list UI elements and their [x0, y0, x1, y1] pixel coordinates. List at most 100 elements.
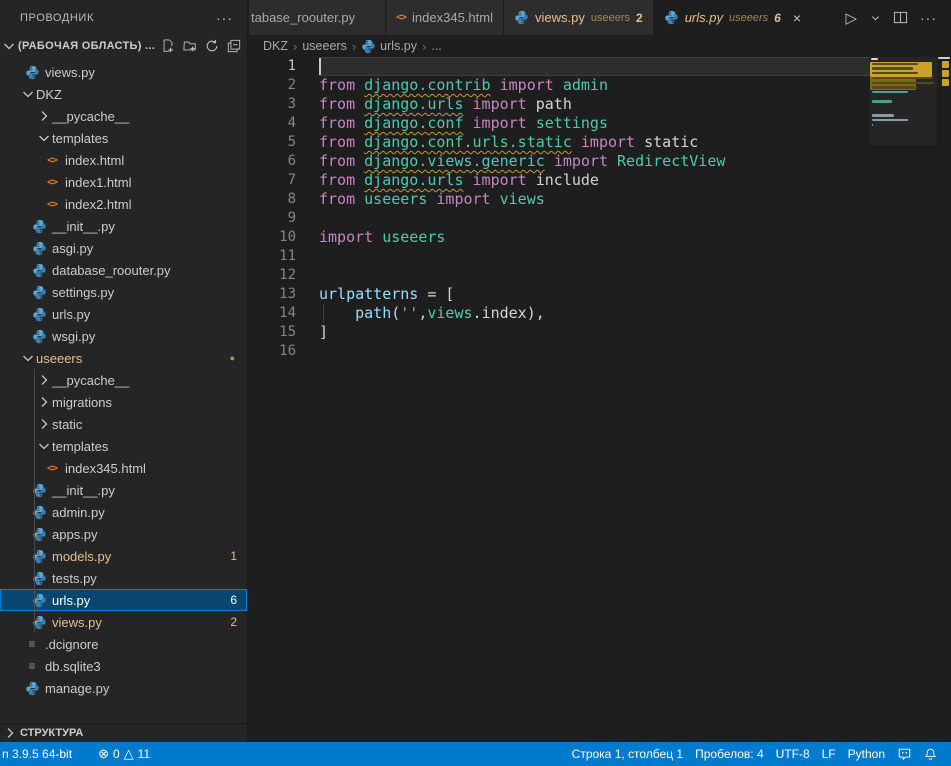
more-actions-icon[interactable]: ··· [916, 8, 941, 28]
code-line-13[interactable]: 13 urlpatterns = [ [249, 285, 951, 304]
code-line-4[interactable]: 4 from django.conf import settings [249, 114, 951, 133]
code-line-7[interactable]: 7 from django.urls import include [249, 171, 951, 190]
workspace-section-title: (РАБОЧАЯ ОБЛАСТЬ) ... [18, 40, 155, 52]
breadcrumb-item[interactable]: useeers [302, 39, 346, 53]
tree-item-static[interactable]: static [0, 413, 247, 435]
tree-item-wsgi-py[interactable]: wsgi.py [0, 325, 247, 347]
breadcrumb-item[interactable]: ... [431, 39, 441, 53]
tree-item-views-py[interactable]: views.py2 [0, 611, 247, 633]
tree-item-label: __init__.py [52, 219, 115, 234]
tree-item-models-py[interactable]: models.py1 [0, 545, 247, 567]
tree-item-views-py[interactable]: views.py [0, 61, 247, 83]
tab-urls-py[interactable]: urls.pyuseeers6× [654, 0, 814, 35]
tree-item-templates[interactable]: templates [0, 435, 247, 457]
tree-item-templates[interactable]: templates [0, 127, 247, 149]
line-number: 14 [249, 304, 319, 323]
chevron-down-icon [20, 86, 36, 102]
code-line-12[interactable]: 12 [249, 266, 951, 285]
tree-item-tests-py[interactable]: tests.py [0, 567, 247, 589]
tree-item-label: urls.py [52, 307, 90, 322]
close-icon[interactable]: × [791, 10, 803, 26]
breadcrumb-item[interactable]: urls.py [361, 39, 417, 54]
outline-section-header[interactable]: СТРУКТУРА [0, 723, 247, 742]
explorer-more-actions-icon[interactable]: ··· [210, 10, 239, 26]
tree-item-DKZ[interactable]: DKZ [0, 83, 247, 105]
line-number: 1 [249, 57, 319, 76]
tree-item-asgi-py[interactable]: asgi.py [0, 237, 247, 259]
line-number: 16 [249, 342, 319, 361]
section-action-button[interactable] [183, 39, 197, 53]
tree-item-apps-py[interactable]: apps.py [0, 523, 247, 545]
breadcrumb-item[interactable]: DKZ [263, 39, 288, 53]
tree-item--pycache-[interactable]: __pycache__ [0, 105, 247, 127]
tree-item-index1-html[interactable]: <>index1.html [0, 171, 247, 193]
tree-item--init-py[interactable]: __init__.py [0, 479, 247, 501]
status-python-interpreter[interactable]: n 3.9.5 64-bit [0, 742, 78, 766]
python-icon [32, 219, 47, 234]
indent-guide [34, 435, 35, 457]
status-bar: n 3.9.5 64-bit ⊗0△11 Строка 1, столбец 1… [0, 742, 951, 766]
status-problems[interactable]: ⊗0△11 [92, 742, 156, 766]
html-icon: <> [396, 12, 406, 23]
chevron-down-icon [36, 438, 52, 454]
tab-description: useeers [591, 12, 630, 24]
tree-item-manage-py[interactable]: manage.py [0, 677, 247, 699]
status-language-mode[interactable]: Python [842, 742, 891, 766]
tree-item--init-py[interactable]: __init__.py [0, 215, 247, 237]
tree-item-settings-py[interactable]: settings.py [0, 281, 247, 303]
code-line-16[interactable]: 16 [249, 342, 951, 361]
code-line-14[interactable]: 14 path('',views.index), [249, 304, 951, 323]
tree-item-useeers[interactable]: useeers● [0, 347, 247, 369]
code-line-2[interactable]: 2 from django.contrib import admin [249, 76, 951, 95]
tree-item-admin-py[interactable]: admin.py [0, 501, 247, 523]
tab-index345-html[interactable]: <> index345.html [386, 0, 504, 35]
explorer-header: ПРОВОДНИК ··· [0, 0, 247, 35]
status-eol[interactable]: LF [816, 742, 842, 766]
code-line-15[interactable]: 15 ] [249, 323, 951, 342]
tree-item-label: index1.html [65, 175, 131, 190]
tree-item-urls-py[interactable]: urls.py6 [0, 589, 247, 611]
section-action-button[interactable] [205, 39, 219, 53]
section-action-button[interactable] [161, 39, 175, 53]
status-notifications[interactable] [918, 742, 943, 766]
code-line-6[interactable]: 6 from django.views.generic import Redir… [249, 152, 951, 171]
code-line-8[interactable]: 8 from useeers import views [249, 190, 951, 209]
chevron-right-icon [0, 725, 20, 741]
workspace-section-header[interactable]: (РАБОЧАЯ ОБЛАСТЬ) ... [0, 35, 247, 57]
tree-item-db-sqlite3[interactable]: ≡db.sqlite3 [0, 655, 247, 677]
status-feedback[interactable] [891, 742, 918, 766]
status-indentation[interactable]: Пробелов: 4 [689, 742, 770, 766]
status-cursor-position[interactable]: Строка 1, столбец 1 [566, 742, 689, 766]
tree-item-index345-html[interactable]: <>index345.html [0, 457, 247, 479]
code-line-11[interactable]: 11 [249, 247, 951, 266]
code-line-5[interactable]: 5 from django.conf.urls.static import st… [249, 133, 951, 152]
tree-item-index2-html[interactable]: <>index2.html [0, 193, 247, 215]
section-action-button[interactable] [227, 39, 241, 53]
code-line-9[interactable]: 9 [249, 209, 951, 228]
split-editor-icon[interactable] [889, 8, 912, 27]
tree-item-urls-py[interactable]: urls.py [0, 303, 247, 325]
tab-views-py[interactable]: views.pyuseeers2 [504, 0, 654, 35]
run-icon[interactable]: ▷ [841, 7, 862, 29]
tree-item-label: index2.html [65, 197, 131, 212]
run-dropdown-icon[interactable] [866, 8, 885, 28]
python-icon [32, 263, 47, 278]
indent-guide [34, 391, 35, 413]
code-line-3[interactable]: 3 from django.urls import path [249, 95, 951, 114]
python-icon [32, 307, 47, 322]
tree-item-database-roouter-py[interactable]: database_roouter.py [0, 259, 247, 281]
tree-item--pycache-[interactable]: __pycache__ [0, 369, 247, 391]
code-line-1[interactable]: 1 [249, 57, 951, 76]
tree-item--dcignore[interactable]: ≡.dcignore [0, 633, 247, 655]
indent-guide [34, 567, 35, 589]
tab-tabase-roouter-py[interactable]: tabase_roouter.py [249, 0, 386, 35]
tab-label: index345.html [412, 10, 493, 25]
editor-pane[interactable]: 1 2 from django.contrib import admin 3 f… [249, 57, 951, 742]
minimap[interactable] [870, 57, 951, 742]
new-folder-icon [183, 39, 197, 53]
tree-item-migrations[interactable]: migrations [0, 391, 247, 413]
tree-item-label: static [52, 417, 82, 432]
code-line-10[interactable]: 10 import useeers [249, 228, 951, 247]
tree-item-index-html[interactable]: <>index.html [0, 149, 247, 171]
status-encoding[interactable]: UTF-8 [770, 742, 816, 766]
